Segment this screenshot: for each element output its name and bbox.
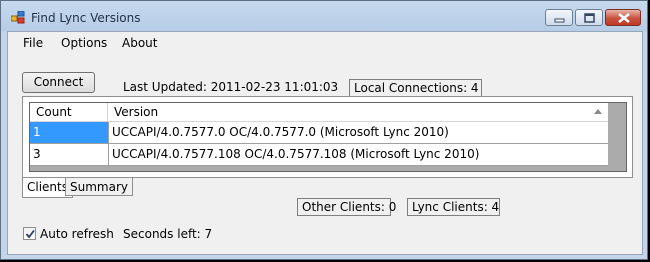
title-bar[interactable]: Find Lync Versions — [1, 1, 647, 31]
column-header-count[interactable]: Count — [30, 103, 108, 121]
column-header-version[interactable]: Version — [108, 103, 608, 121]
menu-bar: File Options About — [8, 32, 642, 54]
minimize-button[interactable] — [545, 9, 573, 26]
count-cell[interactable]: 1 — [30, 122, 108, 143]
app-window: Find Lync Versions File Options About Co… — [0, 0, 648, 260]
auto-refresh-checkbox[interactable] — [23, 227, 36, 240]
minimize-icon — [554, 18, 565, 23]
table-row[interactable]: 1 UCCAPI/4.0.7577.0 OC/4.0.7577.0 (Micro… — [30, 122, 608, 144]
connect-button[interactable]: Connect — [22, 72, 95, 93]
local-connections-label: Local Connections: 4 — [349, 79, 482, 97]
client-area: File Options About Connect Last Updated:… — [7, 31, 643, 255]
checkmark-icon — [25, 229, 35, 239]
count-cell[interactable]: 3 — [30, 144, 108, 165]
column-header-version-label: Version — [114, 105, 159, 119]
maximize-icon — [584, 13, 595, 23]
other-clients-label: Other Clients: 0 — [297, 198, 396, 216]
menu-file[interactable]: File — [23, 36, 43, 50]
grid-header: Count Version — [30, 103, 608, 122]
auto-refresh-label[interactable]: Auto refresh — [40, 227, 114, 241]
close-icon — [618, 12, 630, 24]
lync-clients-label: Lync Clients: 4 — [407, 198, 500, 216]
version-cell[interactable]: UCCAPI/4.0.7577.0 OC/4.0.7577.0 (Microso… — [108, 122, 608, 143]
menu-options[interactable]: Options — [61, 36, 107, 50]
clients-tab-panel: Count Version 1 UCCAPI/4.0.7577.0 OC/4.0… — [22, 96, 633, 178]
window-title: Find Lync Versions — [31, 11, 141, 25]
app-icon — [11, 11, 25, 24]
versions-grid[interactable]: Count Version 1 UCCAPI/4.0.7577.0 OC/4.0… — [29, 102, 627, 172]
menu-about[interactable]: About — [122, 36, 157, 50]
table-row[interactable]: 3 UCCAPI/4.0.7577.108 OC/4.0.7577.108 (M… — [30, 144, 608, 166]
version-cell[interactable]: UCCAPI/4.0.7577.108 OC/4.0.7577.108 (Mic… — [108, 144, 608, 165]
last-updated-label: Last Updated: 2011-02-23 11:01:03 — [123, 80, 339, 94]
sort-ascending-icon — [594, 109, 602, 114]
close-button[interactable] — [605, 9, 641, 26]
seconds-left-label: Seconds left: 7 — [123, 227, 213, 241]
maximize-button[interactable] — [575, 9, 603, 26]
tab-summary[interactable]: Summary — [65, 178, 133, 196]
